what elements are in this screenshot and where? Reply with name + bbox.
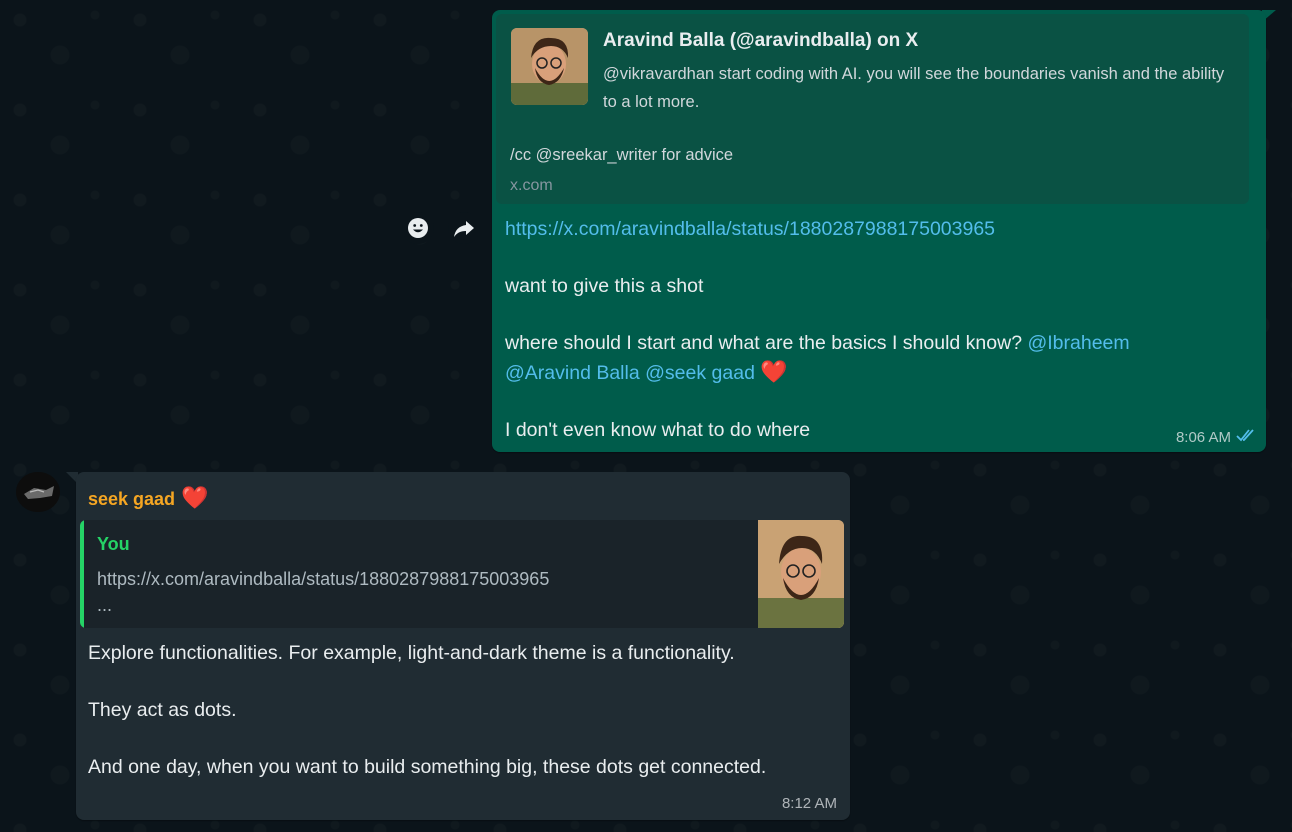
quote-accent-bar: [80, 520, 84, 628]
heart-emoji: ❤️: [760, 358, 788, 384]
message-link[interactable]: https://x.com/aravindballa/status/188028…: [505, 218, 995, 240]
avatar[interactable]: [16, 472, 60, 512]
quote-thumbnail: [758, 520, 844, 628]
sender-name[interactable]: seek gaad ❤️: [88, 485, 208, 511]
message-line: where should I start and what are the ba…: [505, 332, 1023, 354]
message-line: And one day, when you want to build some…: [88, 756, 767, 778]
double-check-read-icon: [1236, 428, 1256, 446]
preview-title: Aravind Balla (@aravindballa) on X: [603, 30, 919, 51]
quote-text: https://x.com/aravindballa/status/188028…: [97, 569, 550, 615]
outgoing-message[interactable]: Aravind Balla (@aravindballa) on X @vikr…: [492, 10, 1266, 452]
message-meta: 8:06 AM: [1176, 428, 1256, 446]
mention-ibraheem[interactable]: @Ibraheem: [1027, 332, 1129, 354]
incoming-message[interactable]: seek gaad ❤️ You https://x.com/aravindbal…: [76, 472, 850, 820]
message-line: I don't even know what to do where: [505, 418, 811, 441]
preview-domain: x.com: [510, 177, 553, 194]
message-time: 8:12 AM: [781, 795, 837, 812]
heart-emoji: ❤️: [181, 485, 209, 510]
preview-description: @vikravardhan start coding with AI. you …: [603, 65, 1225, 111]
preview-thumbnail: [511, 28, 588, 105]
quoted-message[interactable]: You https://x.com/aravindballa/status/18…: [80, 520, 844, 628]
quote-author: You: [97, 534, 130, 554]
link-preview-card[interactable]: Aravind Balla (@aravindballa) on X @vikr…: [496, 14, 1249, 204]
message-time: 8:06 AM: [1175, 428, 1231, 446]
smiley-icon[interactable]: [402, 212, 434, 244]
mention-aravind-balla[interactable]: @Aravind Balla: [505, 362, 640, 384]
outgoing-message-text: https://x.com/aravindballa/status/188028…: [505, 215, 1245, 444]
message-line: They act as dots.: [88, 699, 237, 721]
message-line: Explore functionalities. For example, li…: [88, 642, 735, 664]
preview-cc-text: /cc @sreekar_writer for advice: [510, 146, 734, 164]
message-line: want to give this a shot: [505, 275, 704, 297]
incoming-message-text: Explore functionalities. For example, li…: [88, 639, 838, 782]
forward-arrow-icon[interactable]: [448, 212, 480, 244]
mention-seek-gaad[interactable]: @seek gaad: [645, 362, 755, 384]
